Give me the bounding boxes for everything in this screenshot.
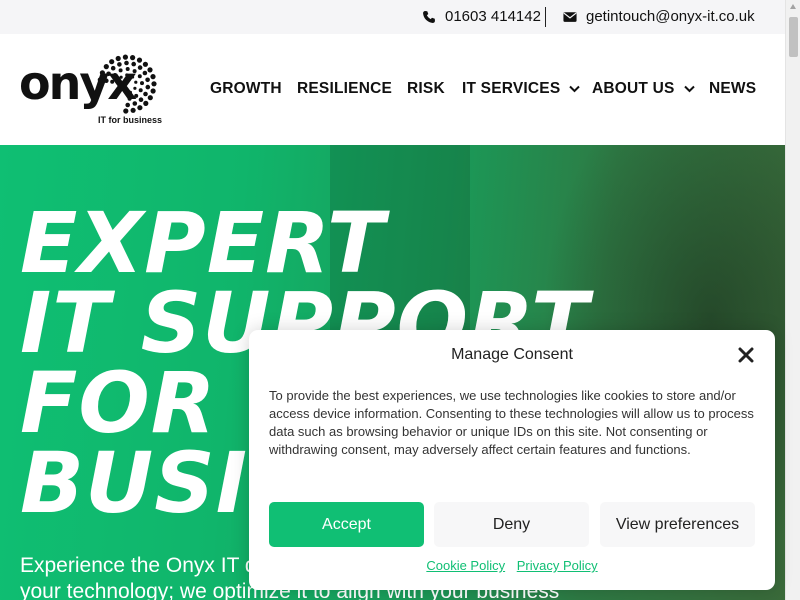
nav-about-us-label: ABOUT US — [592, 80, 675, 97]
privacy-policy-link[interactable]: Privacy Policy — [517, 558, 598, 573]
phone-number: 01603 414142 — [445, 8, 541, 25]
consent-links: Cookie Policy Privacy Policy — [249, 558, 775, 573]
logo-dot — [138, 97, 144, 102]
logo-dot — [142, 61, 148, 67]
logo-dot — [150, 88, 156, 94]
logo-dot — [116, 81, 120, 85]
nav-news-label: NEWS — [709, 80, 757, 97]
email-contact[interactable]: getintouch@onyx-it.co.uk — [563, 8, 755, 25]
deny-button[interactable]: Deny — [434, 502, 589, 547]
envelope-icon — [563, 10, 577, 24]
logo-dot — [130, 55, 136, 61]
nav-it-services[interactable]: IT SERVICES — [462, 80, 581, 98]
logo-dot — [131, 61, 136, 67]
consent-dialog: Manage Consent To provide the best exper… — [249, 330, 775, 590]
nav-risk[interactable]: RISK — [407, 80, 445, 98]
logo-dot — [143, 100, 149, 106]
logo-dot — [130, 107, 136, 113]
logo-dot — [134, 80, 138, 84]
logo-dot — [125, 102, 130, 108]
logo-dot — [122, 54, 128, 60]
close-icon[interactable] — [735, 344, 757, 366]
logo-dot — [117, 62, 122, 67]
logo-dot — [110, 65, 116, 71]
logo-tagline: IT for business — [98, 115, 163, 125]
nav-risk-label: RISK — [407, 80, 445, 97]
logo-dot — [134, 93, 139, 98]
scrollbar-thumb[interactable] — [789, 17, 798, 57]
logo-dot — [143, 91, 148, 97]
logo-dot — [118, 68, 123, 73]
logo-dot — [145, 77, 150, 83]
logo-dot — [123, 108, 129, 114]
contact-divider — [545, 7, 546, 27]
logo-dot — [128, 90, 132, 94]
logo-dot — [104, 78, 109, 83]
logo-dot — [113, 73, 117, 77]
logo-dot — [150, 74, 156, 80]
logo-dot — [140, 81, 144, 86]
logo-dot — [125, 73, 129, 77]
logo-dot — [136, 57, 143, 63]
cookie-policy-link[interactable]: Cookie Policy — [426, 558, 505, 573]
hero-title-line: EXPERT — [20, 194, 386, 292]
onyx-logo[interactable]: onyx IT for business — [19, 54, 164, 128]
nav-about-us[interactable]: ABOUT US — [592, 80, 695, 98]
logo-dot — [131, 75, 135, 79]
logo-dot — [127, 96, 132, 101]
accept-button[interactable]: Accept — [269, 502, 424, 547]
logo-dot — [103, 64, 109, 70]
logo-dot — [125, 67, 130, 71]
logo-dot-swirl — [97, 54, 157, 114]
scroll-up-arrow-icon[interactable] — [790, 4, 796, 9]
site-header: onyx IT for business GROWTH RESILIENCE R… — [0, 34, 785, 145]
logo-dot — [138, 88, 143, 93]
phone-icon — [422, 10, 436, 24]
phone-contact[interactable]: 01603 414142 — [422, 8, 541, 25]
logo-dot — [133, 86, 137, 90]
nav-growth-label: GROWTH — [210, 80, 282, 97]
nav-growth[interactable]: GROWTH — [210, 80, 282, 98]
nav-resilience-label: RESILIENCE — [297, 80, 393, 97]
consent-body: To provide the best experiences, we use … — [269, 388, 754, 457]
logo-dot — [142, 70, 148, 76]
logo-dot — [106, 71, 111, 77]
logo-dot — [137, 105, 143, 111]
email-address: getintouch@onyx-it.co.uk — [586, 8, 755, 25]
logo-dot — [97, 77, 103, 83]
chevron-down-icon — [683, 85, 695, 93]
logo-dot — [109, 59, 115, 65]
nav-news[interactable]: NEWS — [709, 80, 756, 98]
page-scrollbar[interactable] — [785, 0, 800, 600]
consent-title: Manage Consent — [451, 346, 573, 363]
logo-dot — [147, 95, 153, 101]
view-preferences-button[interactable]: View preferences — [600, 502, 755, 547]
logo-dot — [115, 55, 121, 62]
nav-it-services-label: IT SERVICES — [462, 80, 561, 97]
logo-dot — [119, 75, 123, 79]
logo-dot — [151, 81, 157, 87]
logo-dot — [147, 67, 153, 73]
top-contact-bar: 01603 414142 getintouch@onyx-it.co.uk — [0, 0, 785, 34]
logo-dot — [137, 74, 142, 79]
logo-dot — [124, 60, 129, 66]
logo-dot — [99, 70, 105, 76]
logo-dot — [110, 79, 115, 84]
nav-resilience[interactable]: RESILIENCE — [297, 80, 392, 98]
chevron-down-icon — [569, 85, 581, 93]
logo-dot — [145, 84, 151, 90]
logo-dot — [132, 101, 138, 106]
logo-dot — [137, 65, 143, 70]
logo-dot — [132, 69, 137, 74]
